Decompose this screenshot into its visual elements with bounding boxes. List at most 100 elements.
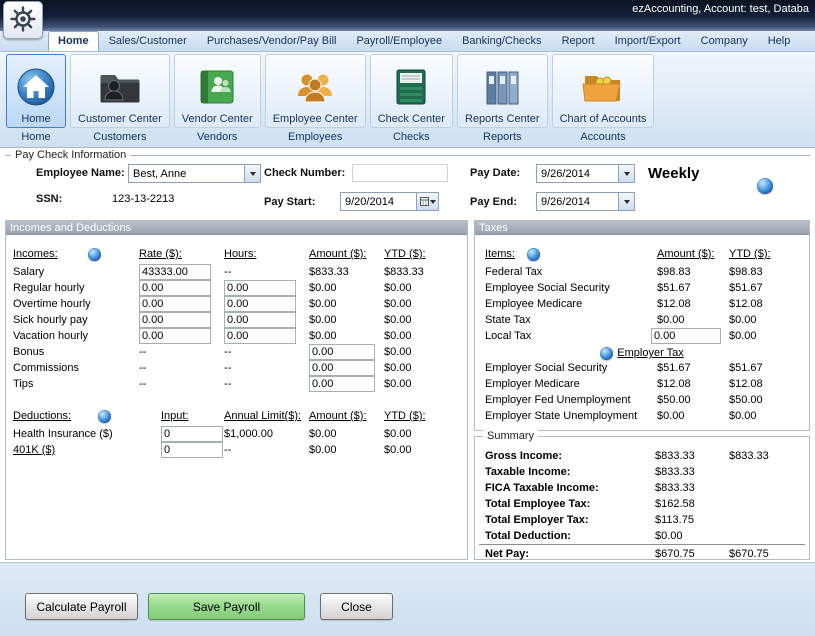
- summary-label: Total Deduction:: [485, 530, 571, 542]
- tab-banking-checks[interactable]: Banking/Checks: [452, 31, 552, 51]
- vendor-center-icon: [194, 66, 240, 111]
- pay-start-datepicker[interactable]: 9/20/2014: [340, 192, 439, 211]
- pay-date-value: 9/26/2014: [537, 168, 618, 180]
- vacation-hourly-hours-input[interactable]: [224, 328, 296, 344]
- check-center-icon: [388, 66, 434, 111]
- commissions-amount-input[interactable]: [309, 360, 375, 376]
- check-center-button[interactable]: Check Center: [370, 54, 453, 128]
- tax-ytd: $12.08: [729, 298, 763, 310]
- tab-purchases-vendor-pay-bill[interactable]: Purchases/Vendor/Pay Bill: [197, 31, 347, 51]
- footer-bar: Calculate Payroll Save Payroll Close: [0, 562, 815, 636]
- tax-label: Local Tax: [485, 330, 531, 342]
- tab-report[interactable]: Report: [552, 31, 605, 51]
- toolbar: Home Home Customer Center Customers: [0, 52, 815, 148]
- incomes-title: Incomes:: [13, 248, 58, 260]
- summary-value: $0.00: [655, 530, 683, 542]
- employee-center-button[interactable]: Employee Center: [265, 54, 366, 128]
- home-button[interactable]: Home: [6, 54, 66, 128]
- tips-amount-input[interactable]: [309, 376, 375, 392]
- tab-sales-customer[interactable]: Sales/Customer: [99, 31, 197, 51]
- employee-name-label: Employee Name:: [36, 167, 125, 179]
- vendor-center-button[interactable]: Vendor Center: [174, 54, 261, 128]
- reports-caption: Reports: [483, 131, 522, 143]
- ytd-column-header: YTD ($):: [384, 410, 426, 422]
- income-row-vacation-hourly: Vacation hourly $0.00 $0.00: [6, 329, 467, 345]
- regular-hourly-rate-input[interactable]: [139, 280, 211, 296]
- deduction-label: Health Insurance ($): [13, 428, 113, 440]
- employees-caption: Employees: [288, 131, 342, 143]
- menu-tabbar: Home Sales/Customer Purchases/Vendor/Pay…: [0, 31, 815, 52]
- pay-end-dropdown[interactable]: 9/26/2014: [536, 192, 635, 211]
- taxes-help-globe-icon[interactable]: [527, 248, 540, 261]
- tax-label: Employer Medicare: [485, 378, 580, 390]
- income-label: Sick hourly pay: [13, 314, 88, 326]
- income-amount: $0.00: [309, 330, 337, 342]
- rate-column-header: Rate ($):: [139, 248, 182, 260]
- input-column-header: Input:: [161, 410, 189, 422]
- employee-center-icon: [292, 66, 338, 111]
- save-payroll-button[interactable]: Save Payroll: [148, 593, 305, 620]
- reports-center-label: Reports Center: [465, 113, 540, 125]
- overtime-hourly-hours-input[interactable]: [224, 296, 296, 312]
- chevron-down-icon[interactable]: [618, 193, 634, 210]
- 401k-input[interactable]: [161, 442, 223, 458]
- income-row-overtime-hourly: Overtime hourly $0.00 $0.00: [6, 297, 467, 313]
- amount-column-header: Amount ($):: [309, 248, 366, 260]
- salary-rate-input[interactable]: [139, 264, 211, 280]
- bonus-amount-input[interactable]: [309, 344, 375, 360]
- vacation-hourly-rate-input[interactable]: [139, 328, 211, 344]
- tax-amount: $50.00: [657, 394, 691, 406]
- incomes-help-globe-icon[interactable]: [88, 248, 101, 261]
- tab-import-export[interactable]: Import/Export: [605, 31, 691, 51]
- ssn-label: SSN:: [36, 193, 62, 205]
- tab-home[interactable]: Home: [48, 31, 99, 51]
- tab-help[interactable]: Help: [758, 31, 801, 51]
- tax-amount: $0.00: [657, 410, 685, 422]
- paycheck-help-globe-icon[interactable]: [757, 178, 773, 194]
- income-ytd: $0.00: [384, 362, 412, 374]
- summary-value: $833.33: [655, 450, 695, 462]
- toolbar-item-vendor-center: Vendor Center Vendors: [174, 54, 261, 143]
- tax-amount: $0.00: [657, 314, 685, 326]
- tab-payroll-employee[interactable]: Payroll/Employee: [346, 31, 452, 51]
- check-number-input[interactable]: [352, 164, 448, 182]
- tax-amount: $51.67: [657, 362, 691, 374]
- chevron-down-icon[interactable]: [618, 165, 634, 182]
- summary-value: $833.33: [655, 482, 695, 494]
- reports-center-button[interactable]: Reports Center: [457, 54, 548, 128]
- summary-row-fica-taxable-income: FICA Taxable Income: $833.33: [475, 481, 809, 497]
- hours-column-header: Hours:: [224, 248, 256, 260]
- pay-date-dropdown[interactable]: 9/26/2014: [536, 164, 635, 183]
- incomes-deductions-header: Incomes and Deductions: [6, 221, 467, 235]
- employee-name-dropdown[interactable]: Best, Anne: [128, 164, 261, 183]
- health-insurance-input[interactable]: [161, 426, 223, 442]
- chart-of-accounts-button[interactable]: Chart of Accounts: [552, 54, 655, 128]
- summary-box: Summary Gross Income: $833.33 $833.33 Ta…: [474, 436, 810, 560]
- chevron-down-icon[interactable]: [244, 165, 260, 182]
- accounts-caption: Accounts: [580, 131, 625, 143]
- deduction-limit: --: [224, 444, 231, 456]
- calculate-payroll-button[interactable]: Calculate Payroll: [25, 593, 138, 620]
- tax-row-employer-social-security: Employer Social Security $51.67 $51.67: [475, 361, 809, 377]
- deductions-help-globe-icon[interactable]: [98, 410, 111, 423]
- tax-row-employer-fed-unemployment: Employer Fed Unemployment $50.00 $50.00: [475, 393, 809, 409]
- tax-ytd: $51.67: [729, 362, 763, 374]
- overtime-hourly-rate-input[interactable]: [139, 296, 211, 312]
- annual-limit-column-header: Annual Limit($):: [224, 410, 301, 422]
- income-label: Overtime hourly: [13, 298, 91, 310]
- chart-of-accounts-label: Chart of Accounts: [560, 113, 647, 125]
- local-tax-input[interactable]: [651, 328, 721, 344]
- tab-company[interactable]: Company: [691, 31, 758, 51]
- regular-hourly-hours-input[interactable]: [224, 280, 296, 296]
- chart-of-accounts-icon: [580, 66, 626, 111]
- employer-tax-help-globe-icon[interactable]: [600, 347, 613, 360]
- app-menu-button[interactable]: [3, 1, 43, 39]
- close-button[interactable]: Close: [320, 593, 393, 620]
- calendar-icon[interactable]: [416, 193, 438, 210]
- customer-center-button[interactable]: Customer Center: [70, 54, 170, 128]
- sick-hourly-rate-input[interactable]: [139, 312, 211, 328]
- sick-hourly-hours-input[interactable]: [224, 312, 296, 328]
- income-ytd: $833.33: [384, 266, 424, 278]
- summary-row-total-deduction: Total Deduction: $0.00: [475, 529, 809, 545]
- tax-amount-column-header: Amount ($):: [657, 248, 714, 260]
